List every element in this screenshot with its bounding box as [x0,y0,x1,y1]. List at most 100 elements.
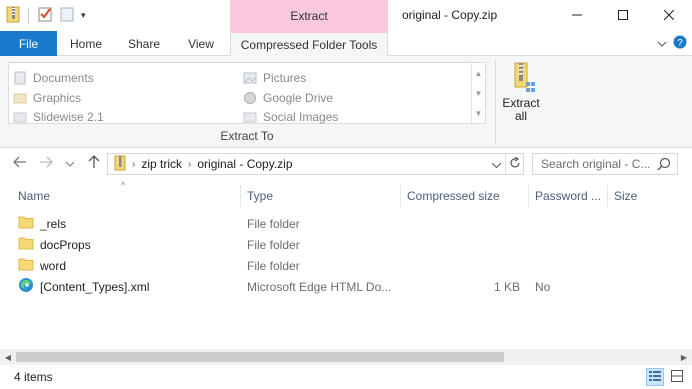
destination-social-images[interactable]: Social Images [243,108,338,126]
destination-label: Slidewise 2.1 [33,110,104,124]
file-name: docProps [40,237,91,252]
qat-separator [28,7,29,24]
large-icons-view-button[interactable] [668,368,686,386]
minimize-icon [572,9,582,23]
chevron-left-icon: ◀ [4,352,12,362]
chevron-down-icon [491,157,501,171]
gallery-scroll[interactable]: ▲ ▼ ▼ [471,63,485,123]
file-list: ^ Name Type Compressed size Password ...… [0,179,692,349]
extract-to-gallery: Documents Pictures Graphics Google Drive… [8,62,486,124]
column-header-row: Name Type Compressed size Password ... S… [0,185,692,207]
file-row[interactable]: [Content_Types].xml Microsoft Edge HTML … [0,276,692,297]
help-button[interactable]: ? [672,35,688,51]
breadcrumb-item[interactable]: original - Copy.zip [197,157,292,171]
customize-dropdown-icon[interactable]: ▾ [81,10,86,21]
destination-label: Graphics [33,91,82,105]
ribbon-tabs: File Home Share View Compressed Folder T… [0,31,692,57]
forward-button[interactable] [38,155,54,171]
google-drive-icon [243,91,257,105]
destination-label: Documents [33,71,94,85]
column-name[interactable]: Name [12,185,240,207]
extract-all-label-line2: all [514,109,527,123]
details-view-button[interactable] [646,368,664,386]
destination-label: Social Images [263,110,339,124]
tab-home[interactable]: Home [62,31,110,56]
maximize-button[interactable] [600,0,646,31]
file-row[interactable]: docProps File folder [0,234,692,255]
file-row[interactable]: _rels File folder [0,213,692,234]
file-compressed-size [402,234,520,255]
breadcrumb-item[interactable]: zip trick [141,157,182,171]
scroll-left-button[interactable]: ◀ [0,349,16,365]
documents-icon [13,71,27,85]
chevron-right-icon[interactable]: › [188,159,191,170]
scroll-right-button[interactable]: ▶ [676,349,692,365]
address-history-button[interactable] [487,154,505,174]
arrow-up-icon [88,154,100,172]
up-button[interactable] [86,154,102,172]
search-box[interactable]: Search original - C... [532,153,678,175]
folder-icon [18,257,34,274]
arrow-left-icon [13,156,27,171]
destination-google-drive[interactable]: Google Drive [243,89,333,107]
scroll-thumb[interactable] [16,352,504,362]
refresh-button[interactable] [505,154,523,174]
file-name: word [40,258,67,273]
folder-icon [18,215,34,232]
zip-folder-icon [114,155,126,174]
destination-documents[interactable]: Documents [13,69,94,87]
tab-share[interactable]: Share [120,31,168,56]
column-compressed-size[interactable]: Compressed size [401,185,528,207]
extract-all-button[interactable]: Extract all [500,62,542,123]
more-icon[interactable]: ▼ [475,109,483,118]
file-password: No [535,279,551,294]
extract-all-icon [506,62,536,97]
destination-pictures[interactable]: Pictures [243,69,306,87]
address-bar[interactable]: › zip trick › original - Copy.zip [107,153,524,175]
file-type: File folder [247,237,300,252]
destination-slidewise[interactable]: Slidewise 2.1 [13,108,104,126]
close-button[interactable] [646,0,692,31]
scroll-up-icon[interactable]: ▲ [475,69,483,78]
back-button[interactable] [12,155,28,171]
column-size[interactable]: Size [608,185,668,207]
destination-graphics[interactable]: Graphics [13,89,81,107]
folder-icon [243,110,257,124]
window-controls [554,0,692,31]
tab-compressed-folder-tools[interactable]: Compressed Folder Tools [230,31,388,57]
destination-label: Pictures [263,71,307,85]
group-divider [495,60,496,144]
arrow-right-icon [39,156,53,171]
file-name-cell: word [18,255,66,276]
column-password[interactable]: Password ... [529,185,607,207]
search-placeholder: Search original - C... [541,157,651,171]
file-name-cell: _rels [18,213,66,234]
svg-text:?: ? [677,38,683,49]
file-compressed-size: 1 KB [493,279,520,294]
navigation-bar: › zip trick › original - Copy.zip Search… [0,149,692,179]
minimize-button[interactable] [554,0,600,31]
column-type[interactable]: Type [241,185,400,207]
edge-icon [18,277,34,296]
quick-access-toolbar: ▾ [6,5,86,26]
context-tab-title: Extract [230,0,388,31]
chevron-right-icon: ▶ [680,352,688,362]
scroll-down-icon[interactable]: ▼ [475,89,483,98]
chevron-right-icon[interactable]: › [132,159,135,170]
new-folder-icon[interactable] [59,6,75,25]
help-icon: ? [673,35,687,52]
file-row[interactable]: word File folder [0,255,692,276]
collapse-ribbon-button[interactable] [654,35,670,51]
folder-icon [13,91,27,105]
file-compressed-size [402,213,520,234]
window-title: original - Copy.zip [402,8,498,22]
file-name-cell: [Content_Types].xml [18,276,149,297]
close-icon [663,9,675,23]
horizontal-scrollbar[interactable]: ◀ ▶ [0,349,692,365]
pictures-icon [243,71,257,85]
file-name: [Content_Types].xml [40,279,150,294]
tab-file[interactable]: File [0,31,57,56]
tab-view[interactable]: View [178,31,224,56]
recent-locations-button[interactable] [64,155,76,171]
properties-check-icon[interactable] [37,6,53,25]
